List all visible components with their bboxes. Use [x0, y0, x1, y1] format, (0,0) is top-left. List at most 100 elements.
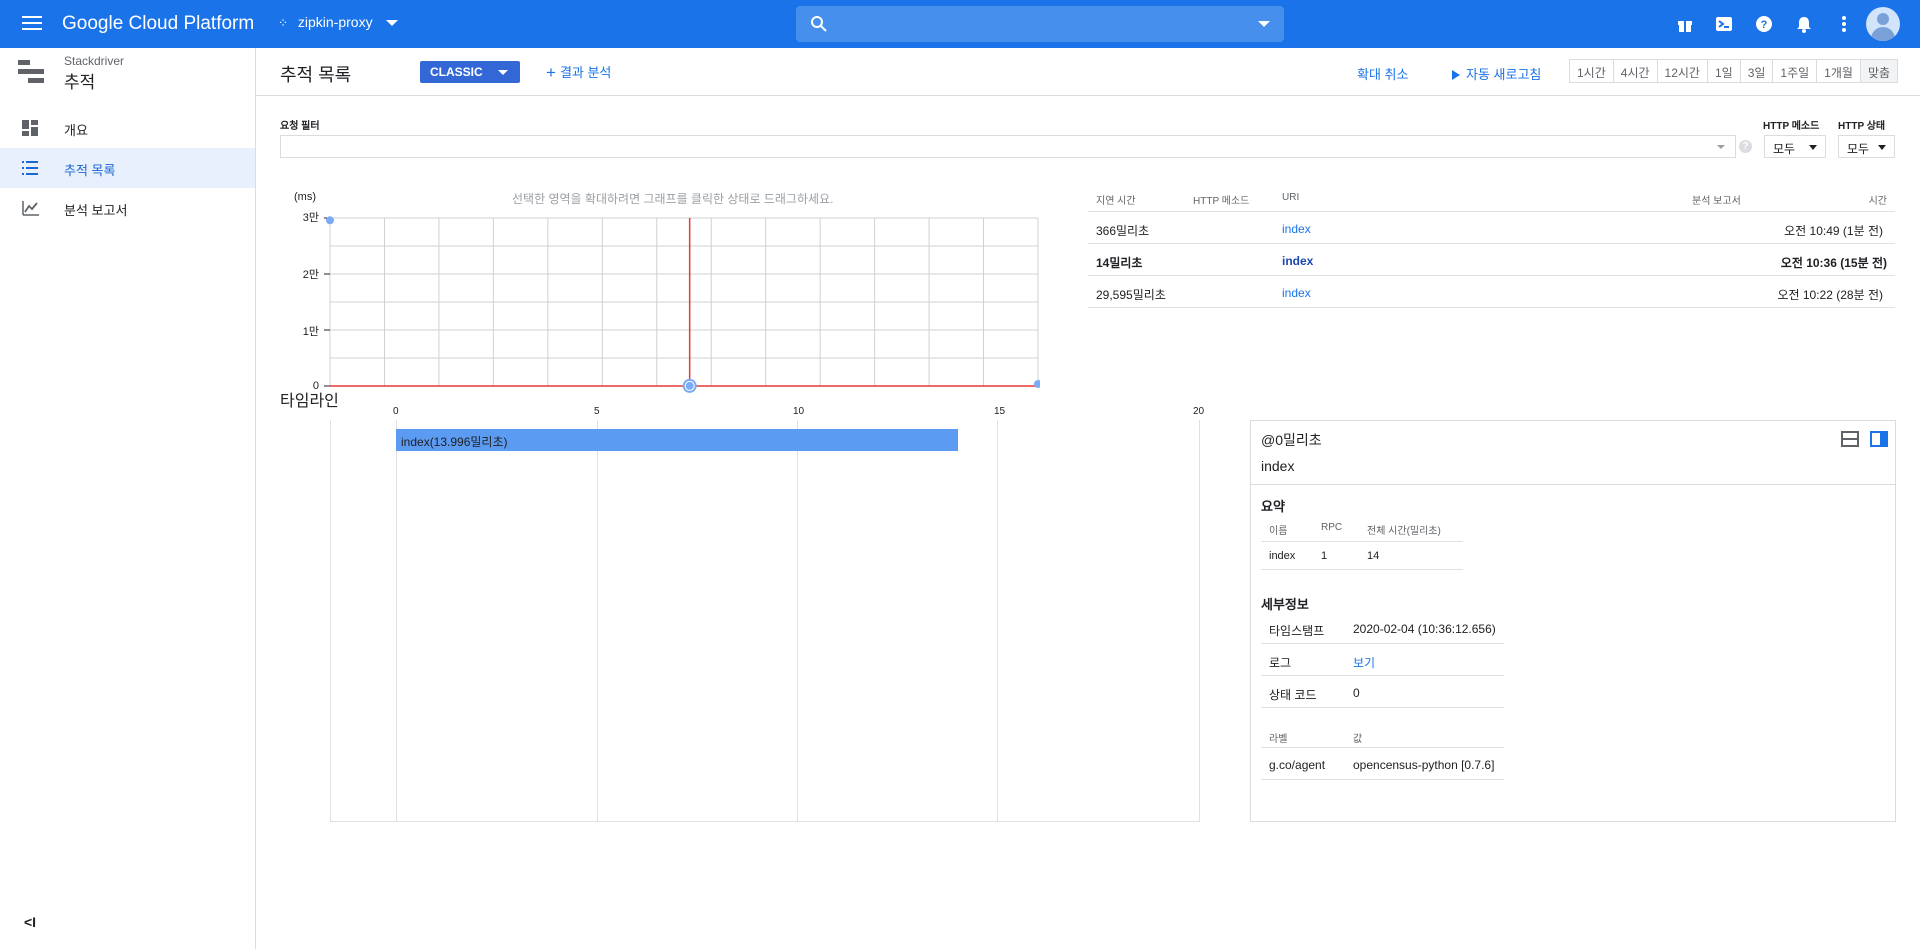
platform-title[interactable]: Google Cloud Platform [62, 13, 254, 35]
range-custom-button[interactable]: 맞춤 [1860, 60, 1898, 82]
latency-cell: 29,595밀리초 [1096, 288, 1166, 302]
range-1h-button[interactable]: 1시간 [1570, 60, 1614, 82]
range-1d-button[interactable]: 1일 [1707, 60, 1741, 82]
trace-point[interactable] [1034, 379, 1040, 388]
detail-key: 로그 [1269, 656, 1292, 670]
span-name: index [1261, 458, 1295, 474]
timeline-gridline [396, 420, 397, 821]
search-icon [811, 16, 827, 32]
http-method-label: HTTP 메소드 [1763, 121, 1820, 132]
uri-link[interactable]: index [1282, 286, 1311, 300]
timeline-gridline [997, 420, 998, 821]
range-3d-button[interactable]: 3일 [1740, 60, 1774, 82]
http-method-value: 모두 [1773, 142, 1796, 156]
sidebar-item-analysis-reports[interactable]: 분석 보고서 [0, 188, 255, 228]
account-avatar[interactable] [1866, 7, 1900, 41]
search-dropdown-icon[interactable] [1258, 21, 1270, 27]
table-row: index 1 14 [1261, 542, 1463, 570]
time-cell: 오전 10:22 (28분 전) [1777, 288, 1883, 302]
product-title: 추적 [64, 73, 96, 92]
sidebar-item-label: 개요 [64, 123, 88, 138]
http-status-value: 모두 [1847, 142, 1870, 156]
chevron-down-icon [1809, 145, 1817, 150]
span-details-panel: @0밀리초 index 요약 이름 RPC 전체 시간(밀리초) index 1… [1250, 420, 1896, 822]
col-http-method[interactable]: HTTP 메소드 [1193, 192, 1249, 207]
main-menu-icon[interactable] [20, 12, 44, 36]
table-row[interactable]: 29,595밀리초 index 오전 10:22 (28분 전) [1088, 276, 1895, 308]
auto-refresh-button[interactable]: 자동 새로고침 [1452, 64, 1541, 83]
classic-label: CLASSIC [430, 65, 483, 79]
page-title: 추적 목록 [280, 65, 352, 85]
left-nav: Stackdriver 추적 개요 추적 목록 분석 보고서 <I [0, 48, 256, 949]
col-time[interactable]: 시간 [1869, 192, 1887, 207]
summary-rpc: 1 [1321, 550, 1328, 562]
label-row: g.co/agent opencensus-python [0.7.6] [1261, 748, 1504, 780]
uri-link[interactable]: index [1282, 254, 1313, 268]
details-spacer [1261, 708, 1504, 720]
label-value: opencensus-python [0.7.6] [1353, 758, 1495, 772]
chevron-down-icon [1878, 145, 1886, 150]
table-row[interactable]: 366밀리초 index 오전 10:49 (1분 전) [1088, 212, 1895, 244]
detail-row-status: 상태 코드 0 [1261, 676, 1504, 708]
summary-total: 14 [1367, 550, 1380, 562]
dashboard-icon [22, 120, 38, 136]
timeline-tick: 15 [994, 406, 1006, 417]
auto-refresh-label: 자동 새로고침 [1466, 67, 1542, 82]
classic-view-dropdown[interactable]: CLASSIC [420, 61, 520, 83]
analytics-icon [22, 201, 39, 216]
http-method-select[interactable]: 모두 [1764, 135, 1826, 158]
timeline-gridline [597, 420, 598, 821]
gift-icon[interactable] [1673, 12, 1697, 36]
notifications-icon[interactable] [1792, 12, 1816, 36]
horizontal-split-icon[interactable] [1841, 430, 1859, 448]
trace-results-table: 지연 시간 HTTP 메소드 URI 분석 보고서 시간 366밀리초 inde… [1088, 185, 1895, 308]
cloud-shell-icon[interactable] [1712, 12, 1736, 36]
analyze-results-button[interactable]: + 결과 분석 [546, 62, 611, 82]
sidebar-item-trace-list[interactable]: 추적 목록 [0, 148, 255, 188]
detail-key: 타임스탬프 [1269, 624, 1325, 638]
details-title: 세부정보 [1261, 597, 1309, 612]
help-icon[interactable]: ? [1752, 12, 1776, 36]
timeline-span-bar[interactable]: index(13.996밀리초) [396, 429, 958, 451]
col-rpc: RPC [1321, 522, 1343, 533]
request-filter-input[interactable] [280, 135, 1736, 158]
trace-point[interactable] [326, 216, 334, 225]
range-4h-button[interactable]: 4시간 [1613, 60, 1658, 82]
range-1m-button[interactable]: 1개월 [1817, 60, 1861, 82]
timeline-tick: 5 [594, 406, 600, 417]
uri-link[interactable]: index [1282, 222, 1311, 236]
detail-key: 상태 코드 [1269, 688, 1317, 702]
summary-header-row: 이름 RPC 전체 시간(밀리초) [1261, 514, 1463, 542]
col-analysis-report[interactable]: 분석 보고서 [1692, 192, 1741, 207]
product-subtitle: Stackdriver [64, 54, 125, 68]
latency-cell: 366밀리초 [1096, 224, 1150, 238]
filter-help-icon[interactable]: ? [1739, 140, 1752, 153]
chevron-down-icon[interactable] [1717, 145, 1725, 149]
col-latency[interactable]: 지연 시간 [1096, 192, 1136, 207]
trace-point[interactable] [685, 381, 694, 390]
col-value: 값 [1353, 734, 1363, 745]
page-header: 추적 목록 CLASSIC + 결과 분석 확대 취소 자동 새로고침 1시간 4… [256, 48, 1920, 96]
detail-value: 2020-02-04 (10:36:12.656) [1353, 622, 1496, 636]
project-selector[interactable]: ⁘ zipkin-proxy [278, 14, 399, 30]
y-tick-label: 1만 [302, 326, 319, 338]
time-cell: 오전 10:49 (1분 전) [1784, 224, 1883, 238]
timeline-tick: 20 [1193, 406, 1205, 417]
timeline-tick: 10 [793, 406, 805, 417]
view-log-link[interactable]: 보기 [1353, 654, 1375, 671]
range-1w-button[interactable]: 1주일 [1773, 60, 1818, 82]
sidebar-item-label: 추적 목록 [64, 163, 116, 178]
table-header: 지연 시간 HTTP 메소드 URI 분석 보고서 시간 [1088, 185, 1895, 212]
collapse-nav-button[interactable]: <I [24, 914, 36, 930]
http-status-select[interactable]: 모두 [1838, 135, 1895, 158]
sidebar-item-label: 분석 보고서 [64, 203, 128, 218]
table-row[interactable]: 14밀리초 index 오전 10:36 (15분 전) [1088, 244, 1895, 276]
search-input[interactable] [796, 6, 1284, 42]
vertical-split-icon[interactable] [1870, 430, 1888, 448]
col-uri[interactable]: URI [1282, 192, 1299, 203]
range-12h-button[interactable]: 12시간 [1657, 60, 1708, 82]
latency-scatter-chart[interactable] [320, 210, 1040, 396]
more-vert-icon[interactable] [1832, 12, 1856, 36]
zoom-out-button[interactable]: 확대 취소 [1357, 64, 1408, 83]
sidebar-item-overview[interactable]: 개요 [0, 108, 255, 148]
